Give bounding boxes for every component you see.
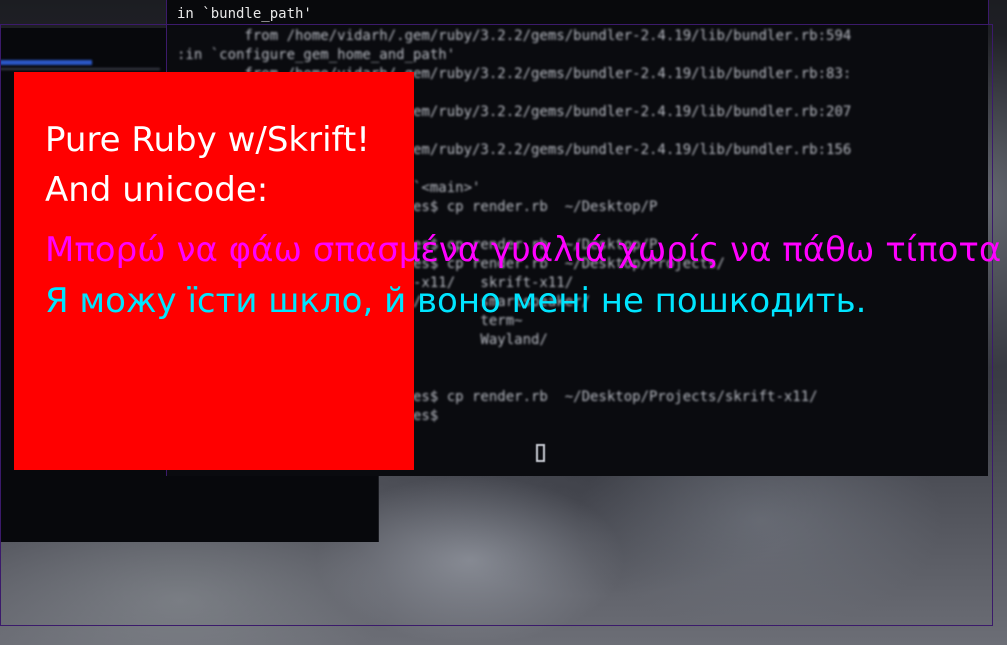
desktop-background: in `bundle_path' from /home/vidarh/.gem/… (0, 0, 1007, 645)
greek-sample-text: Μπορώ να φάω σπασμένα γυαλιά χωρίς να πά… (45, 230, 1002, 270)
terminal-window-top[interactable]: in `bundle_path' (166, 0, 989, 24)
terminal-top-line: in `bundle_path' (177, 6, 312, 22)
ukrainian-sample-text: Я можу їсти шкло, й воно мені не пошкоди… (45, 281, 867, 321)
overlay-heading-line1: Pure Ruby w/Skrift! (45, 120, 370, 160)
overlay-heading-line2: And unicode: (45, 170, 269, 210)
